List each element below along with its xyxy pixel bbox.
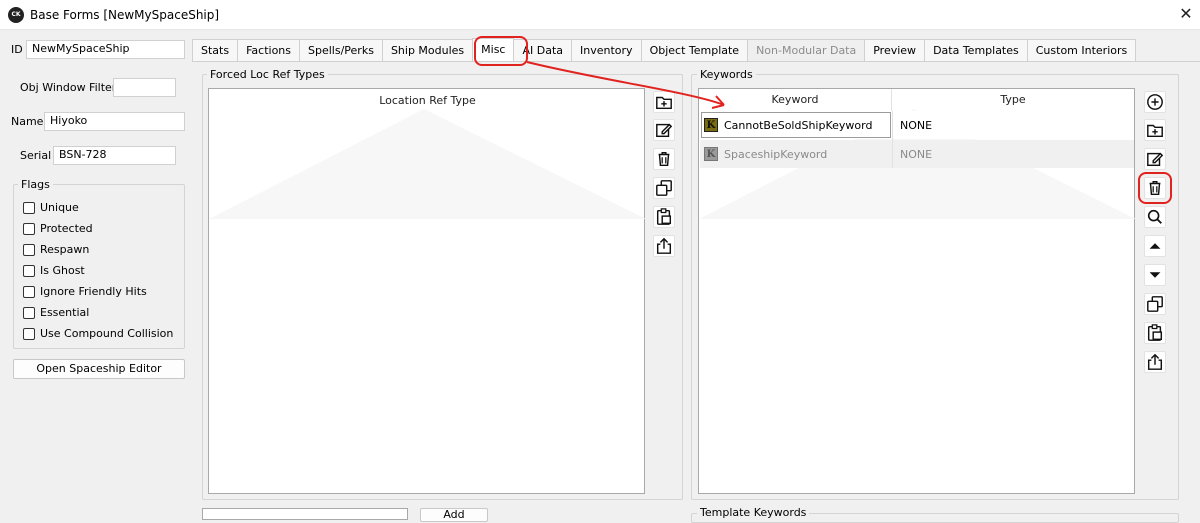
annotation-arrow — [526, 61, 725, 109]
